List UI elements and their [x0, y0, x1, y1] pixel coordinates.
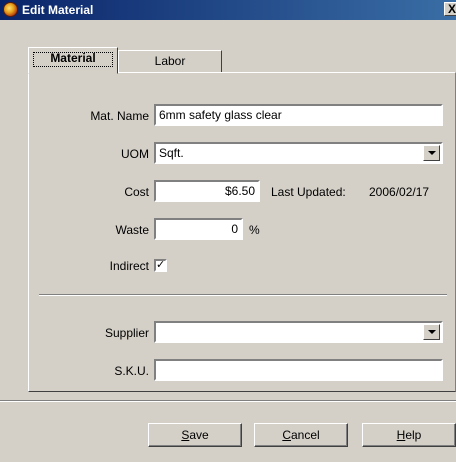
mat-name-label: Mat. Name	[90, 109, 149, 123]
supplier-label: Supplier	[104, 326, 149, 340]
help-label-rest: elp	[405, 428, 422, 442]
uom-select[interactable]: Sqft.	[154, 142, 443, 164]
mat-name-value: 6mm safety glass clear	[159, 108, 282, 122]
waste-input[interactable]: 0	[154, 218, 243, 240]
uom-value: Sqft.	[159, 146, 184, 160]
cancel-button[interactable]: Cancel	[254, 423, 348, 447]
uom-label: UOM	[121, 147, 149, 161]
cost-value: $6.50	[224, 184, 255, 198]
tab-labor[interactable]: Labor	[118, 50, 222, 74]
cost-label: Cost	[124, 185, 149, 199]
material-tab-panel: Mat. Name 6mm safety glass clear UOM Sqf…	[28, 72, 456, 392]
last-updated-label: Last Updated:	[271, 185, 346, 199]
cancel-label-rest: ancel	[290, 428, 320, 442]
waste-value: 0	[231, 222, 238, 236]
save-label-rest: ave	[189, 428, 209, 442]
waste-label: Waste	[115, 223, 149, 237]
supplier-dropdown-arrow-icon[interactable]	[423, 324, 440, 340]
save-button[interactable]: Save	[148, 423, 242, 447]
sku-input[interactable]	[154, 359, 443, 381]
edit-material-dialog: Edit Material X Material Labor Mat. Name…	[0, 0, 456, 462]
indirect-checkbox[interactable]: ✓	[154, 259, 167, 272]
cancel-mnemonic: C	[282, 428, 291, 442]
uom-dropdown-arrow-icon[interactable]	[423, 145, 440, 161]
indirect-label: Indirect	[109, 259, 149, 273]
waste-unit: %	[249, 223, 260, 237]
tab-material[interactable]: Material	[28, 47, 118, 74]
supplier-select[interactable]	[154, 321, 443, 343]
app-icon	[3, 2, 18, 17]
mat-name-input[interactable]: 6mm safety glass clear	[154, 104, 443, 126]
cost-input[interactable]: $6.50	[154, 180, 260, 202]
form-separator	[39, 294, 447, 296]
sku-label: S.K.U.	[114, 364, 149, 378]
button-bar-separator	[0, 400, 456, 402]
tab-material-label: Material	[50, 51, 96, 65]
tab-labor-label: Labor	[154, 54, 186, 68]
title-bar[interactable]: Edit Material X	[0, 0, 456, 20]
window-title: Edit Material	[22, 3, 94, 17]
help-button[interactable]: Help	[362, 423, 456, 447]
last-updated-value: 2006/02/17	[369, 185, 430, 199]
close-button[interactable]: X	[444, 2, 456, 16]
